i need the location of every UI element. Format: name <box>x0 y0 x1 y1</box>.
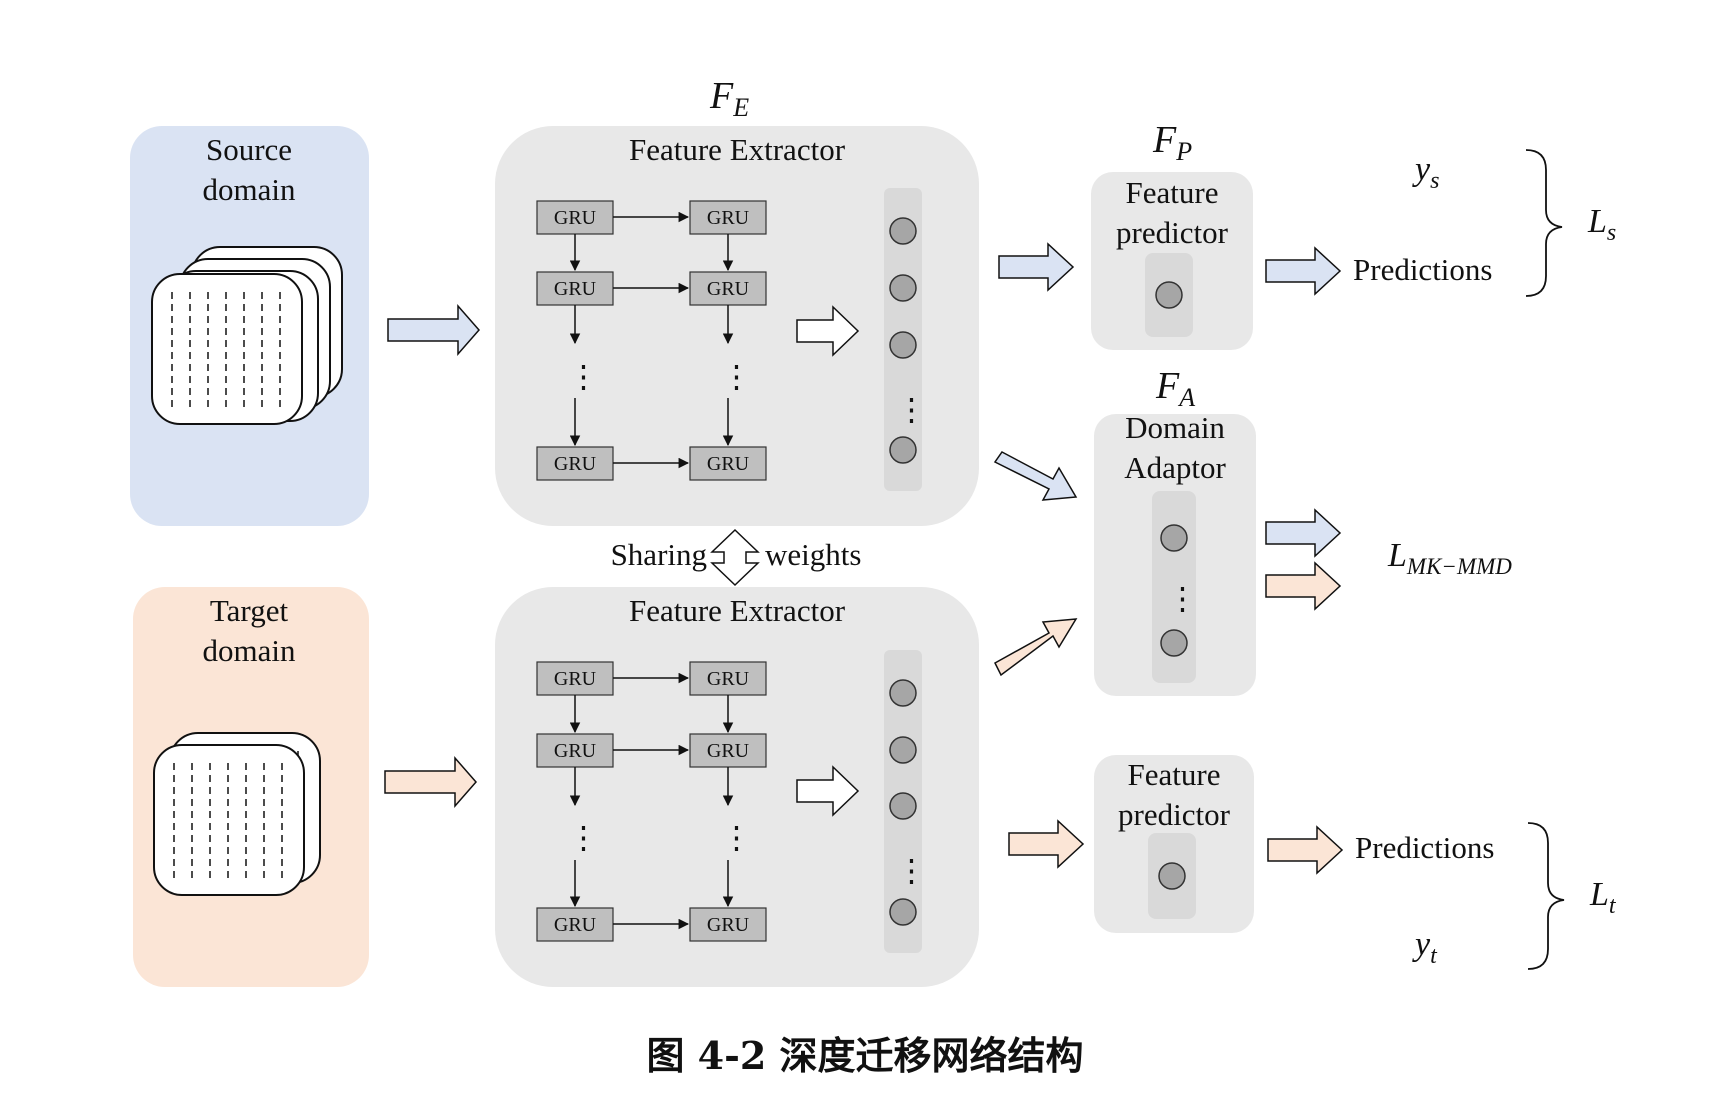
source-data-stack-icon <box>151 246 343 425</box>
target-data-stack-icon <box>153 732 321 896</box>
gru-label: GRU <box>707 207 750 229</box>
vertical-ellipsis: ⋮ <box>1167 581 1198 616</box>
source-domain-panel: Source domain <box>130 126 369 526</box>
predictor-top-line2: predictor <box>1116 215 1229 250</box>
vertical-ellipsis: ⋮ <box>896 853 927 888</box>
gru-label: GRU <box>554 207 597 229</box>
double-arrow-icon <box>710 528 760 587</box>
predictor-bottom-output-arrow <box>1267 825 1344 875</box>
loss-s-label: Ls <box>1587 203 1616 246</box>
sharing-weights: Sharing weights <box>611 528 861 587</box>
feature-node <box>889 679 917 707</box>
target-title-line2: domain <box>203 633 296 668</box>
feature-node <box>889 736 917 764</box>
sharing-label-right: weights <box>765 537 861 572</box>
yt-label: yt <box>1412 926 1438 969</box>
feature-predictor-bottom: Feature predictor <box>1094 755 1254 933</box>
gru-label: GRU <box>554 453 597 475</box>
gru-label: GRU <box>707 453 750 475</box>
feature-node <box>889 274 917 302</box>
adaptor-symbol: FA <box>1155 365 1195 412</box>
gru-label: GRU <box>707 668 750 690</box>
source-to-predictor-arrow <box>998 242 1075 292</box>
loss-t-label: Lt <box>1589 876 1617 919</box>
feature-node <box>889 217 917 245</box>
ys-label: ys <box>1412 151 1439 194</box>
vertical-ellipsis: ⋮ <box>568 820 599 855</box>
adaptor-node <box>1160 524 1188 552</box>
gru-label: GRU <box>554 668 597 690</box>
gru-label: GRU <box>707 914 750 936</box>
gru-label: GRU <box>707 740 750 762</box>
loss-mmd-label: LMK−MMD <box>1387 537 1512 579</box>
loss-t-brace <box>1527 822 1565 970</box>
vertical-ellipsis: ⋮ <box>568 359 599 394</box>
domain-adaptor: Domain Adaptor ⋮ <box>1094 410 1256 696</box>
vertical-ellipsis: ⋮ <box>721 359 752 394</box>
target-domain-panel: Target domain <box>133 587 369 987</box>
feature-predictor-top: Feature predictor <box>1091 172 1253 350</box>
gru-label: GRU <box>554 740 597 762</box>
source-input-arrow <box>387 304 480 356</box>
extractor-symbol: FE <box>709 75 749 122</box>
predictor-top-output-arrow <box>1265 246 1342 296</box>
sharing-label-left: Sharing <box>611 537 707 572</box>
target-input-arrow <box>384 756 477 808</box>
vertical-ellipsis: ⋮ <box>721 820 752 855</box>
gru-label: GRU <box>707 278 750 300</box>
predictor-top-line1: Feature <box>1126 175 1219 210</box>
predictions-top-label: Predictions <box>1353 252 1493 287</box>
source-to-adaptor-arrow <box>993 451 1078 501</box>
gru-label: GRU <box>554 914 597 936</box>
loss-s-brace <box>1525 149 1563 297</box>
extractor-bottom-title: Feature Extractor <box>629 593 846 628</box>
feature-node <box>889 331 917 359</box>
transfer-network-diagram: Source domain Target domain FE Feature E… <box>130 75 1617 987</box>
predictor-bottom-line2: predictor <box>1118 797 1231 832</box>
predictor-node <box>1155 281 1183 309</box>
source-title-line1: Source <box>206 132 292 167</box>
feature-extractor-bottom: Feature Extractor GRU GRU GRU GRU GRU GR… <box>495 587 979 987</box>
target-to-predictor-arrow <box>1008 819 1085 869</box>
adaptor-line1: Domain <box>1125 410 1225 445</box>
gru-label: GRU <box>554 278 597 300</box>
predictor-node <box>1158 862 1186 890</box>
adaptor-line2: Adaptor <box>1124 450 1226 485</box>
feature-extractor-top: Feature Extractor GRU GRU GRU GRU GRU GR… <box>495 126 979 526</box>
predictions-bottom-label: Predictions <box>1355 830 1495 865</box>
adaptor-node <box>1160 629 1188 657</box>
figure-caption: 图 4-2 深度迁移网络结构 <box>646 1033 1084 1078</box>
vertical-ellipsis: ⋮ <box>896 392 927 427</box>
adaptor-source-output-arrow <box>1265 508 1342 558</box>
target-to-adaptor-arrow <box>994 618 1078 677</box>
source-title-line2: domain <box>203 172 296 207</box>
feature-node <box>889 792 917 820</box>
feature-node <box>889 436 917 464</box>
adaptor-target-output-arrow <box>1265 561 1342 611</box>
predictor-symbol: FP <box>1152 119 1192 166</box>
extractor-top-title: Feature Extractor <box>629 132 846 167</box>
target-title-line1: Target <box>210 593 289 628</box>
predictor-bottom-line1: Feature <box>1128 757 1221 792</box>
feature-node <box>889 898 917 926</box>
